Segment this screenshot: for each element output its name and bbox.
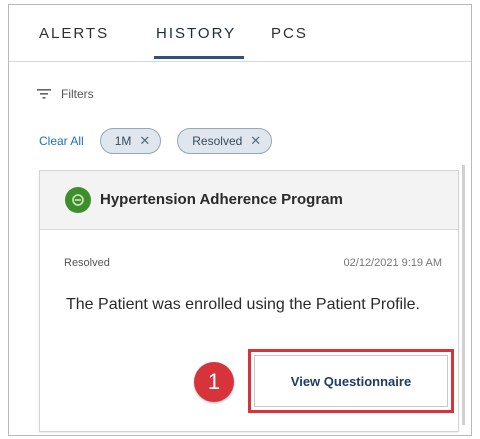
tab-history[interactable]: HISTORY	[156, 25, 236, 42]
filter-chip-1m[interactable]: 1M ✕	[99, 128, 162, 154]
chip-label: 1M	[114, 134, 132, 148]
active-tab-indicator	[154, 56, 244, 59]
filter-chip-resolved[interactable]: Resolved ✕	[177, 128, 273, 154]
scrollbar[interactable]	[462, 165, 465, 425]
history-card: Hypertension Adherence Program Resolved …	[39, 170, 459, 432]
tab-bar: ALERTS HISTORY PCS	[9, 5, 471, 62]
tab-alerts[interactable]: ALERTS	[39, 25, 109, 42]
program-title: Hypertension Adherence Program	[100, 191, 343, 208]
view-questionnaire-button[interactable]: View Questionnaire	[254, 355, 448, 407]
close-icon[interactable]: ✕	[139, 133, 150, 149]
clear-all-link[interactable]: Clear All	[39, 134, 84, 148]
timestamp: 02/12/2021 9:19 AM	[343, 257, 442, 269]
status-label: Resolved	[64, 257, 110, 269]
tab-pcs[interactable]: PCS	[271, 25, 308, 42]
history-panel: ALERTS HISTORY PCS Filters Clear All 1M …	[8, 4, 472, 436]
card-message: The Patient was enrolled using the Patie…	[66, 296, 420, 313]
filters-toggle[interactable]: Filters	[37, 87, 94, 101]
filter-icon	[37, 89, 51, 99]
card-header: Hypertension Adherence Program	[40, 171, 458, 230]
active-filters: Clear All 1M ✕ Resolved ✕	[39, 127, 288, 155]
filters-label: Filters	[61, 87, 94, 101]
step-number-badge: 1	[194, 362, 234, 402]
chip-label: Resolved	[192, 134, 243, 148]
close-icon[interactable]: ✕	[250, 133, 261, 149]
program-badge-icon	[65, 187, 91, 213]
